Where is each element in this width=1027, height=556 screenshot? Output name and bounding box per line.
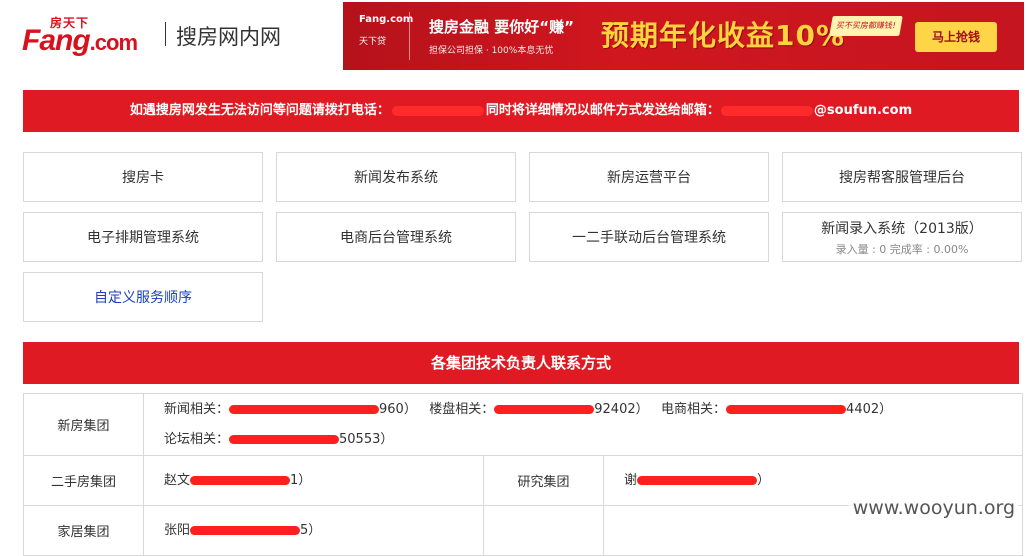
redacted-email-user [720,105,813,116]
group-name: 二手房集团 [23,455,144,506]
group-name: 家居集团 [23,505,144,556]
contact-details: 张阳 5） [143,505,484,556]
redacted-contact [637,475,758,485]
contacts-section-title: 各集团技术负责人联系方式 [23,342,1019,384]
contact-details: 赵文 1） [143,455,484,506]
notice-text-phone: 如遇搜房网发生无法访问等问题请拨打电话： [129,103,390,118]
notice-bar: 如遇搜房网发生无法访问等问题请拨打电话： 同时将详细情况以邮件方式发送给邮箱： @s… [23,90,1019,132]
group-name: 研究集团 [483,455,604,506]
banner-divider [409,12,410,60]
banner-grab-button[interactable]: 马上抢钱 [915,22,997,52]
notice-text-email: 同时将详细情况以邮件方式发送给邮箱： [485,103,720,118]
site-subtitle: 搜房网内网 [176,25,281,49]
contacts-table: 新房集团 新闻相关： 960） 楼盘相关： 92402） 电商相关： 4402） 论坛… [23,393,1023,556]
tile-newhouse-ops[interactable]: 新房运营平台 [529,152,769,202]
redacted-contact [190,525,301,535]
tile-soufun-card[interactable]: 搜房卡 [23,152,263,202]
fang-logo[interactable]: 房天下 Fang.com [22,10,162,60]
tile-news-publish[interactable]: 新闻发布系统 [276,152,516,202]
banner-brand: Fang.com 天下贷 [359,14,414,47]
redacted-contact [229,434,340,444]
page-header: 房天下 Fang.com 搜房网内网 Fang.com 天下贷 搜房金融 要你好… [0,0,1027,72]
logo-wordmark: Fang.com [22,24,138,57]
redacted-phone [391,105,484,116]
redacted-contact [190,475,291,485]
notice-email-domain: @soufun.com [813,103,913,118]
banner-tag: 买不买房都赚钱! [829,16,903,36]
group-name: 新房集团 [23,393,144,456]
banner-small-text: 担保公司担保 · 100%本息无忧 [429,46,554,56]
banner-yield-text: 预期年化收益10% [601,19,846,52]
ad-banner[interactable]: Fang.com 天下贷 搜房金融 要你好“赚” 担保公司担保 · 100%本息… [343,2,1024,70]
tile-schedule-system[interactable]: 电子排期管理系统 [23,212,263,262]
watermark-text: www.wooyun.org [848,497,1019,519]
tile-news-entry-stats: 录入量 : 0 完成率 : 0.00% [835,242,969,256]
tile-service-admin[interactable]: 搜房帮客服管理后台 [782,152,1022,202]
table-row: 新房集团 新闻相关： 960） 楼盘相关： 92402） 电商相关： 4402） 论坛… [23,393,1023,456]
tile-ecommerce-admin[interactable]: 电商后台管理系统 [276,212,516,262]
redacted-contact [494,404,595,414]
tile-linkage-admin[interactable]: 一二手联动后台管理系统 [529,212,769,262]
tile-custom-order[interactable]: 自定义服务顺序 [23,272,263,322]
group-name-empty [483,505,604,556]
banner-headline: 搜房金融 要你好“赚” [429,18,574,36]
redacted-contact [726,404,847,414]
tile-news-entry-label: 新闻录入系统（2013版） [821,220,983,237]
tile-news-entry-2013[interactable]: 新闻录入系统（2013版） 录入量 : 0 完成率 : 0.00% [782,212,1022,262]
logo-divider [165,22,166,46]
redacted-contact [229,404,380,414]
contact-details: 新闻相关： 960） 楼盘相关： 92402） 电商相关： 4402） 论坛相关： 50… [143,393,1023,456]
